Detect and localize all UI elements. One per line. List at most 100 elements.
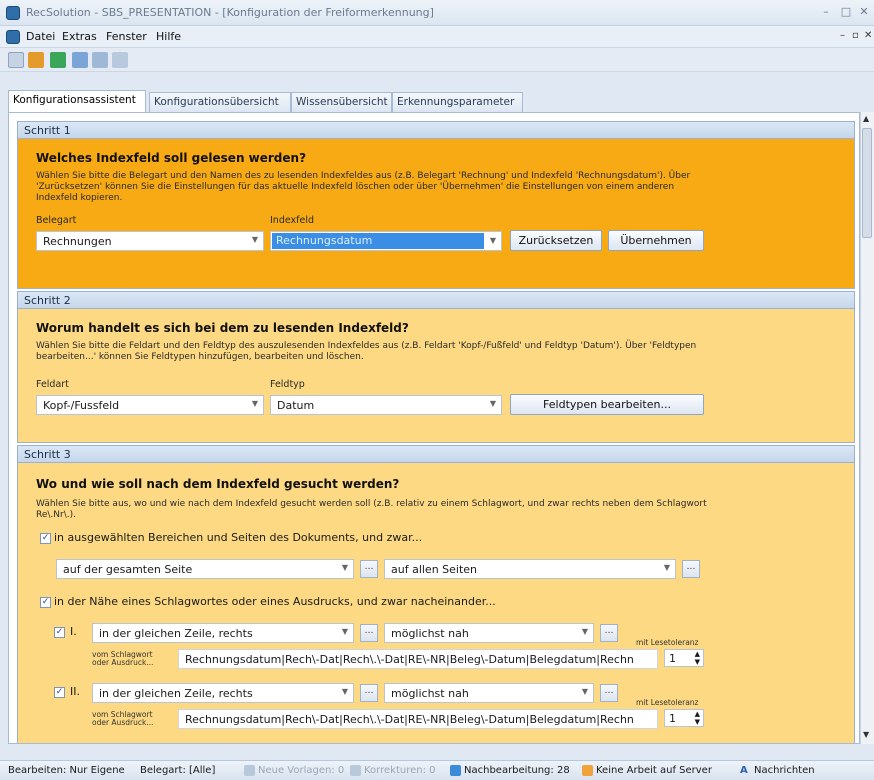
spinner-arrows-icon: ▲ ▼ bbox=[694, 710, 700, 726]
step2-header: Schritt 2 bbox=[17, 291, 855, 309]
tab-erkennungsparameter[interactable]: Erkennungsparameter bbox=[392, 92, 523, 113]
mdi-restore-icon[interactable]: ▫ bbox=[852, 30, 859, 41]
edit-fieldtypes-button[interactable]: Feldtypen bearbeiten... bbox=[510, 394, 704, 415]
mdi-minimize-icon[interactable]: – bbox=[840, 30, 845, 41]
row2-checkbox[interactable]: ✓ bbox=[54, 687, 65, 698]
tab-konfigurationsuebersicht[interactable]: Konfigurationsübersicht bbox=[149, 92, 291, 113]
status-server: Keine Arbeit auf Server bbox=[596, 765, 712, 776]
refresh-icon[interactable] bbox=[50, 52, 66, 68]
menu-extras[interactable]: Extras bbox=[62, 30, 97, 43]
step1-header: Schritt 1 bbox=[17, 121, 855, 139]
tab-konfigurationsassistent[interactable]: Konfigurationsassistent bbox=[8, 90, 146, 113]
list-icon[interactable] bbox=[72, 52, 88, 68]
grid-icon[interactable] bbox=[92, 52, 108, 68]
pages-more-button[interactable]: … bbox=[682, 560, 700, 578]
step2-body: Worum handelt es sich bei dem zu lesende… bbox=[17, 309, 855, 443]
title-bar: RecSolution - SBS_PRESENTATION - [Konfig… bbox=[0, 0, 874, 26]
status-messages[interactable]: Nachrichten bbox=[754, 765, 815, 776]
row1-distance-combo[interactable]: möglichst nah ▼ bbox=[384, 623, 594, 643]
area-combo[interactable]: auf der gesamten Seite ▼ bbox=[56, 559, 354, 579]
new-icon[interactable] bbox=[8, 52, 24, 68]
step3-header: Schritt 3 bbox=[17, 445, 855, 463]
apply-button[interactable]: Übernehmen bbox=[608, 230, 704, 251]
row2-distance-more-button[interactable]: … bbox=[600, 684, 618, 702]
row2-tolerance-spinner[interactable]: 1 ▲ ▼ bbox=[664, 709, 704, 727]
step2-question: Worum handelt es sich bei dem zu lesende… bbox=[36, 321, 409, 335]
belegart-label: Belegart bbox=[36, 215, 77, 226]
step1-question: Welches Indexfeld soll gelesen werden? bbox=[36, 151, 307, 165]
reset-button[interactable]: Zurücksetzen bbox=[510, 230, 602, 251]
belegart-combo[interactable]: Rechnungen ▼ bbox=[36, 231, 264, 251]
row2-distance-combo[interactable]: möglichst nah ▼ bbox=[384, 683, 594, 703]
area-checkbox-label: in ausgewählten Bereichen und Seiten des… bbox=[54, 531, 423, 544]
correction-icon bbox=[350, 765, 361, 776]
area-value: auf der gesamten Seite bbox=[63, 563, 193, 576]
pages-value: auf allen Seiten bbox=[391, 563, 478, 576]
status-templates[interactable]: Neue Vorlagen: 0 bbox=[258, 765, 344, 776]
row1-keyword-input[interactable]: Rechnungsdatum|Rech\-Dat|Rech\.\-Dat|RE\… bbox=[178, 649, 658, 669]
scroll-down-icon[interactable]: ▼ bbox=[863, 730, 869, 739]
tab-wissensuebersicht[interactable]: Wissensübersicht bbox=[291, 92, 392, 113]
chevron-down-icon: ▼ bbox=[341, 627, 348, 636]
chevron-down-icon: ▼ bbox=[251, 235, 258, 244]
scroll-up-icon[interactable]: ▲ bbox=[863, 114, 869, 123]
row1-distance-more-button[interactable]: … bbox=[600, 624, 618, 642]
status-corrections[interactable]: Korrekturen: 0 bbox=[364, 765, 436, 776]
status-edit-filter[interactable]: Bearbeiten: Nur Eigene bbox=[8, 765, 125, 776]
row2-position-combo[interactable]: in der gleichen Zeile, rechts ▼ bbox=[92, 683, 354, 703]
row2-number: II. bbox=[70, 685, 80, 698]
postedit-icon bbox=[450, 765, 461, 776]
minimize-icon[interactable]: – bbox=[818, 4, 834, 20]
status-belegart-filter[interactable]: Belegart: [Alle] bbox=[140, 765, 215, 776]
messages-icon: A bbox=[740, 765, 748, 776]
mdi-close-icon[interactable]: ✕ bbox=[864, 30, 872, 41]
indexfeld-combo[interactable]: Rechnungsdatum ▼ bbox=[270, 231, 502, 251]
chevron-down-icon: ▼ bbox=[341, 687, 348, 696]
indexfeld-value: Rechnungsdatum bbox=[272, 233, 484, 249]
row1-position-more-button[interactable]: … bbox=[360, 624, 378, 642]
close-icon[interactable]: ✕ bbox=[856, 4, 872, 20]
document-icon bbox=[6, 30, 20, 44]
feldtyp-label: Feldtyp bbox=[270, 379, 305, 390]
step1-description: Wählen Sie bitte die Belegart und den Na… bbox=[36, 171, 691, 203]
pages-combo[interactable]: auf allen Seiten ▼ bbox=[384, 559, 676, 579]
chevron-down-icon: ▼ bbox=[581, 687, 588, 696]
template-icon bbox=[244, 765, 255, 776]
row2-keyword-label: vom Schlagwort oder Ausdruck... bbox=[92, 710, 154, 727]
area-checkbox[interactable]: ✓ bbox=[40, 533, 51, 544]
row1-checkbox[interactable]: ✓ bbox=[54, 627, 65, 638]
row1-position-value: in der gleichen Zeile, rechts bbox=[99, 627, 253, 640]
step2-description: Wählen Sie bitte die Feldart und den Fel… bbox=[36, 341, 697, 362]
keyword-checkbox-label: in der Nähe eines Schlagwortes oder eine… bbox=[54, 595, 496, 608]
belegart-value: Rechnungen bbox=[43, 235, 112, 248]
area-more-button[interactable]: … bbox=[360, 560, 378, 578]
row1-tolerance-spinner[interactable]: 1 ▲ ▼ bbox=[664, 649, 704, 667]
feldart-combo[interactable]: Kopf-/Fussfeld ▼ bbox=[36, 395, 264, 415]
feldtyp-combo[interactable]: Datum ▼ bbox=[270, 395, 502, 415]
row2-tolerance-label: mit Lesetoleranz bbox=[636, 698, 699, 707]
feldtyp-value: Datum bbox=[277, 399, 315, 412]
menu-datei[interactable]: Datei bbox=[26, 30, 55, 43]
tab-strip: Konfigurationsassistent Konfigurationsüb… bbox=[0, 72, 874, 113]
chevron-down-icon: ▼ bbox=[489, 399, 496, 408]
row2-keyword-input[interactable]: Rechnungsdatum|Rech\-Dat|Rech\.\-Dat|RE\… bbox=[178, 709, 658, 729]
menu-bar: Datei Extras Fenster Hilfe – ▫ ✕ bbox=[0, 26, 874, 48]
menu-hilfe[interactable]: Hilfe bbox=[156, 30, 181, 43]
wizard-panel: Schritt 1 Welches Indexfeld soll gelesen… bbox=[8, 112, 860, 744]
window-title: RecSolution - SBS_PRESENTATION - [Konfig… bbox=[26, 6, 434, 19]
user-icon[interactable] bbox=[28, 52, 44, 68]
menu-fenster[interactable]: Fenster bbox=[106, 30, 147, 43]
maximize-icon[interactable]: □ bbox=[838, 4, 854, 20]
chevron-down-icon: ▼ bbox=[251, 399, 258, 408]
step3-question: Wo und wie soll nach dem Indexfeld gesuc… bbox=[36, 477, 400, 491]
step3-body: Wo und wie soll nach dem Indexfeld gesuc… bbox=[17, 463, 855, 743]
row1-position-combo[interactable]: in der gleichen Zeile, rechts ▼ bbox=[92, 623, 354, 643]
scrollbar-thumb[interactable] bbox=[862, 128, 872, 238]
keyword-checkbox[interactable]: ✓ bbox=[40, 597, 51, 608]
row1-distance-value: möglichst nah bbox=[391, 627, 469, 640]
window-icon[interactable] bbox=[112, 52, 128, 68]
row2-distance-value: möglichst nah bbox=[391, 687, 469, 700]
feldart-label: Feldart bbox=[36, 379, 69, 390]
status-postedit[interactable]: Nachbearbeitung: 28 bbox=[464, 765, 570, 776]
row2-position-more-button[interactable]: … bbox=[360, 684, 378, 702]
